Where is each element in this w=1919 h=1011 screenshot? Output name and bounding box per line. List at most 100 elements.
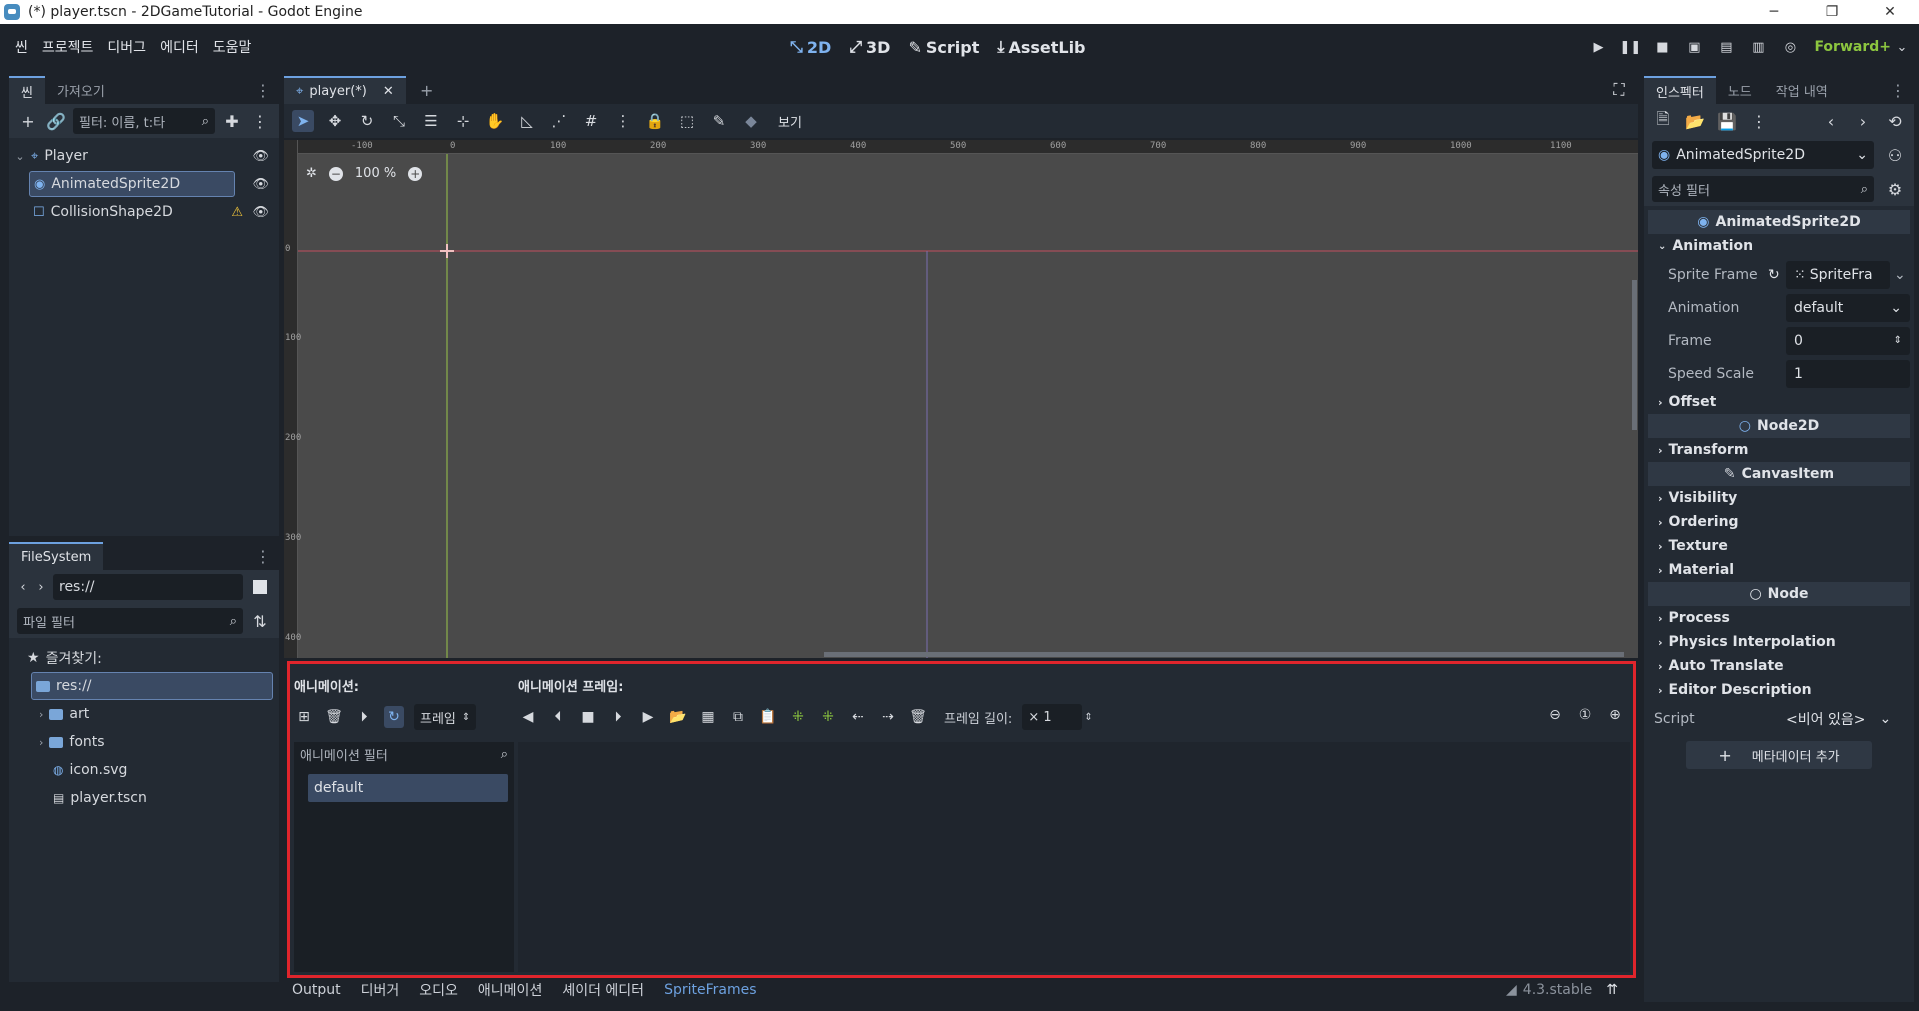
play-scene-button[interactable]: ▤ (1712, 33, 1740, 61)
autoplay-button[interactable]: ⏵ (354, 706, 374, 728)
filesystem-menu-icon[interactable]: ⋮ (247, 547, 279, 566)
play-from-start-button[interactable]: ⏵ (608, 706, 628, 728)
group-material[interactable]: › Material (1644, 558, 1914, 582)
workspace-assetlib-button[interactable]: ⤓ AssetLib (997, 37, 1085, 57)
menu-project[interactable]: 프로젝트 (35, 37, 101, 57)
tree-node-player[interactable]: ⌄ ⌖ Player 👁 (9, 142, 279, 170)
loop-button[interactable]: ↻ (384, 706, 404, 728)
add-metadata-button[interactable]: + 메타데이터 추가 (1686, 741, 1872, 769)
object-history-button[interactable]: ⟲ (1884, 110, 1906, 132)
group-texture[interactable]: › Texture (1644, 534, 1914, 558)
view-menu[interactable]: 보기 (778, 112, 802, 131)
group-process[interactable]: › Process (1644, 606, 1914, 630)
movie-maker-button[interactable]: ◎ (1776, 33, 1804, 61)
resource-options-button[interactable]: ⋮ (1748, 110, 1770, 132)
play-custom-scene-button[interactable]: ▥ (1744, 33, 1772, 61)
group-offset[interactable]: › Offset (1644, 390, 1914, 414)
insert-before-button[interactable]: ⁜ (788, 706, 808, 728)
tab-audio[interactable]: 오디오 (419, 980, 458, 1000)
frame-value[interactable]: 0 ⇕ (1786, 326, 1910, 355)
chevron-right-icon[interactable]: › (39, 736, 43, 749)
back-button[interactable]: ‹ (17, 576, 29, 598)
fs-item-art[interactable]: › art (9, 700, 279, 728)
tab-animation[interactable]: 애니메이션 (478, 980, 542, 1000)
play-backwards-from-start-button[interactable]: ⏴ (548, 706, 568, 728)
ruler-vertical[interactable]: 0 100 200 300 400 (284, 140, 301, 658)
frame-length-spinbox[interactable]: × 1 (1022, 704, 1083, 730)
remote-debug-button[interactable]: ▣ (1680, 33, 1708, 61)
group-transform[interactable]: › Transform (1644, 438, 1914, 462)
inspector-settings-button[interactable]: ⚙ (1884, 178, 1906, 200)
stop-animation-button[interactable]: ■ (578, 706, 598, 728)
zoom-out-button[interactable]: − (328, 166, 343, 181)
zoom-reset-button[interactable]: ① (1575, 704, 1595, 726)
save-resource-button[interactable]: 💾 (1716, 110, 1738, 132)
property-filter-input[interactable]: 속성 필터 ⌕ (1652, 176, 1874, 202)
minimize-button[interactable]: ─ (1745, 0, 1803, 24)
ruler-tool-button[interactable]: ◺ (516, 110, 538, 132)
select-tool-button[interactable]: ➤ (292, 110, 314, 132)
fs-item-fonts[interactable]: › fonts (9, 728, 279, 756)
zoom-in-button[interactable]: ⊕ (1605, 704, 1625, 726)
move-right-button[interactable]: ⇢ (878, 706, 898, 728)
tab-output[interactable]: Output (292, 982, 341, 998)
zoom-level[interactable]: 100 % (355, 166, 396, 181)
move-left-button[interactable]: ⇠ (848, 706, 868, 728)
scale-tool-button[interactable]: ⤡ (388, 110, 410, 132)
warning-icon[interactable]: ⚠ (231, 205, 243, 220)
close-tab-icon[interactable]: ✕ (383, 84, 394, 99)
paste-frame-button[interactable]: 📋 (758, 706, 778, 728)
visibility-eye-icon[interactable]: 👁 (252, 177, 269, 192)
collapse-arrow-icon[interactable]: ⌄ (13, 150, 27, 163)
renderer-selector[interactable]: Forward+ (1814, 39, 1891, 55)
canvas-viewport[interactable]: -100 0 100 200 300 400 500 600 700 800 9… (284, 140, 1638, 658)
speed-scale-value[interactable]: 1 (1786, 359, 1910, 388)
sprite-frames-value[interactable]: ⁙ SpriteFra (1786, 260, 1890, 289)
fs-item-player-tscn[interactable]: ▤ player.tscn (9, 784, 279, 812)
section-node[interactable]: ○ Node (1648, 582, 1910, 606)
toggle-split-button[interactable] (249, 576, 271, 598)
object-selector[interactable]: ◉ AnimatedSprite2D ⌄ (1652, 141, 1874, 169)
revert-icon[interactable]: ↻ (1768, 267, 1786, 283)
tab-spriteframes[interactable]: SpriteFrames (664, 982, 756, 998)
smart-snap-button[interactable]: ⋰ (548, 110, 570, 132)
tab-import[interactable]: 가져오기 (45, 76, 117, 104)
zoom-in-button[interactable]: + (408, 166, 423, 181)
new-resource-button[interactable]: 🗎 (1652, 109, 1674, 132)
play-button[interactable]: ▶ (638, 706, 658, 728)
animation-value[interactable]: default ⌄ (1786, 293, 1910, 322)
ruler-horizontal[interactable]: -100 0 100 200 300 400 500 600 700 800 9… (284, 140, 1638, 154)
expand-panel-icon[interactable]: ⇈ (1606, 982, 1618, 998)
workspace-3d-button[interactable]: ⤢ 3D (849, 37, 890, 57)
menu-debug[interactable]: 디버그 (100, 37, 153, 57)
tab-player-scene[interactable]: ⌖ player(*) ✕ (284, 76, 406, 104)
tab-inspector[interactable]: 인스펙터 (1644, 76, 1716, 104)
play-button[interactable]: ▶ (1584, 33, 1612, 61)
pause-button[interactable]: ❚❚ (1616, 33, 1644, 61)
close-button[interactable]: ✕ (1861, 0, 1919, 24)
forward-button[interactable]: › (35, 576, 47, 598)
history-forward-button[interactable]: › (1852, 110, 1874, 132)
workspace-2d-button[interactable]: ⤡ 2D (790, 37, 831, 57)
delete-animation-button[interactable]: 🗑 (324, 706, 344, 728)
visibility-eye-icon[interactable]: 👁 (252, 205, 269, 220)
fs-item-icon-svg[interactable]: ◍ icon.svg (9, 756, 279, 784)
favorites-item[interactable]: ★ 즐겨찾기: (9, 644, 279, 672)
path-input[interactable]: res:// (53, 574, 243, 600)
group-editor-description[interactable]: › Editor Description (1644, 678, 1914, 702)
add-scene-tab-button[interactable]: + (416, 79, 438, 101)
playback-mode-spinbox[interactable]: 프레임 ⇕ (414, 704, 477, 730)
object-docs-button[interactable]: ⚇ (1884, 144, 1906, 166)
add-node-button[interactable]: + (17, 110, 39, 132)
tab-debugger[interactable]: 디버거 (361, 980, 400, 1000)
menu-editor[interactable]: 에디터 (153, 37, 206, 57)
tree-node-collisionshape2d[interactable]: ☐ CollisionShape2D ⚠ 👁 (9, 198, 279, 226)
section-canvasitem[interactable]: ✎ CanvasItem (1648, 462, 1910, 486)
tab-filesystem[interactable]: FileSystem (9, 542, 104, 570)
history-back-button[interactable]: ‹ (1820, 110, 1842, 132)
workspace-script-button[interactable]: ✎ Script (908, 38, 979, 57)
tab-node[interactable]: 노드 (1716, 76, 1764, 104)
copy-frame-button[interactable]: ⧉ (728, 706, 748, 728)
scene-options-button[interactable]: ⋮ (249, 110, 271, 132)
pan-tool-button[interactable]: ✋ (484, 110, 506, 132)
